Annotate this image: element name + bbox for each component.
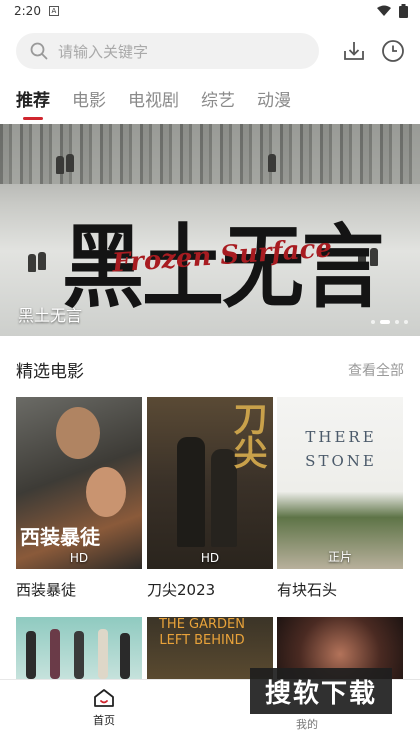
carousel-dot[interactable]	[371, 320, 375, 324]
tab-variety[interactable]: 综艺	[201, 86, 235, 111]
poster-title-text: THERE STONE	[305, 428, 377, 470]
movie-card[interactable]: 西装暴徒 HD 西装暴徒	[16, 397, 142, 600]
banner-figure	[66, 154, 74, 172]
poster-face	[86, 467, 126, 517]
movie-title: 有块石头	[277, 581, 338, 599]
notification-icon: A	[48, 6, 59, 16]
banner-figure	[56, 156, 64, 174]
battery-icon	[399, 4, 408, 18]
tab-tv-series[interactable]: 电视剧	[128, 86, 179, 111]
nav-mine-label[interactable]: 我的	[296, 716, 318, 732]
poster-title-text: 刀尖	[227, 401, 267, 469]
banner-figure	[38, 252, 46, 270]
watermark-text: 搜软下载	[264, 678, 377, 709]
banner-figure	[268, 154, 276, 172]
movie-title: 西装暴徒	[16, 581, 77, 599]
poster-title-text: THE GARDEN LEFT BEHIND	[158, 617, 245, 648]
movie-poster[interactable]	[16, 617, 142, 679]
carousel-dot[interactable]	[395, 320, 399, 324]
poster-figure	[98, 629, 108, 679]
carousel-dots	[371, 320, 408, 324]
nav-home[interactable]: 首页	[84, 688, 124, 728]
movie-title: 刀尖2023	[147, 581, 216, 599]
tab-anime[interactable]: 动漫	[257, 86, 291, 111]
download-button[interactable]	[339, 36, 369, 66]
movie-card[interactable]: 刀尖 HD 刀尖2023	[147, 397, 273, 600]
status-time: 2:20	[14, 4, 41, 18]
poster-figure	[26, 631, 36, 679]
history-button[interactable]	[378, 36, 408, 66]
poster-title-text: 西装暴徒	[20, 525, 100, 549]
section-title: 精选电影	[16, 362, 84, 382]
watermark: 搜软下载	[250, 668, 392, 714]
quality-badge: HD	[200, 551, 220, 565]
search-input[interactable]: 请输入关键字	[16, 33, 319, 69]
banner-carousel[interactable]: 黑土无言 Frozen Surface 黑土无言	[0, 124, 420, 336]
status-icons	[377, 4, 408, 18]
carousel-dot[interactable]	[404, 320, 408, 324]
download-icon	[343, 42, 364, 60]
home-icon	[94, 689, 114, 707]
poster-figure	[177, 437, 205, 547]
quality-badge: HD	[69, 551, 89, 565]
banner-caption: 黑土无言	[18, 306, 83, 325]
clock-icon	[382, 40, 405, 62]
search-row: 请输入关键字	[16, 32, 408, 70]
tab-movies[interactable]: 电影	[72, 86, 106, 111]
carousel-dot-active[interactable]	[380, 320, 390, 324]
featured-movies-header: 精选电影 查看全部	[16, 357, 404, 382]
category-tabs: 推荐 电影 电视剧 综艺 动漫	[16, 86, 291, 120]
movie-card[interactable]: THERE STONE 正片 有块石头	[277, 397, 403, 600]
movie-poster[interactable]: 西装暴徒 HD	[16, 397, 142, 569]
nav-home-label: 首页	[93, 714, 115, 727]
quality-badge: 正片	[327, 550, 353, 564]
poster-figure	[74, 631, 84, 679]
tab-recommend[interactable]: 推荐	[16, 86, 50, 120]
poster-figure	[120, 633, 130, 679]
poster-face	[56, 407, 100, 459]
banner-figure	[28, 254, 36, 272]
banner-background	[0, 124, 420, 184]
see-all-link[interactable]: 查看全部	[348, 360, 404, 380]
wifi-icon	[377, 5, 391, 16]
search-placeholder: 请输入关键字	[58, 42, 149, 61]
movie-poster[interactable]: THERE STONE 正片	[277, 397, 403, 569]
movie-poster[interactable]: 刀尖 HD	[147, 397, 273, 569]
status-bar: 2:20 A	[0, 0, 420, 22]
search-icon	[30, 42, 48, 60]
poster-figure	[50, 629, 60, 679]
